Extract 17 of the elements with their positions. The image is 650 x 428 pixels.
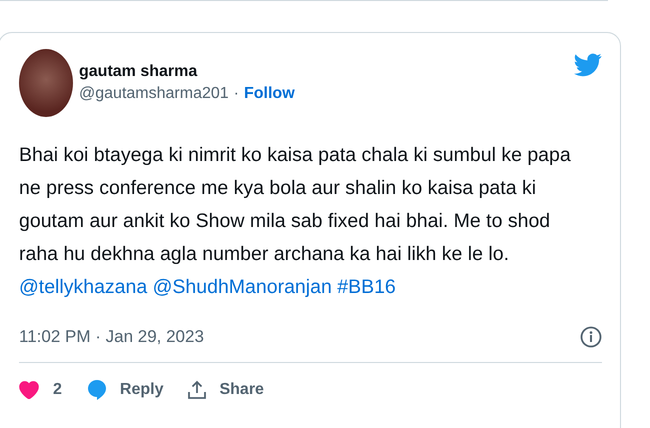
follow-link[interactable]: Follow [244,85,295,103]
mention-link[interactable]: @ShudhManoranjan [152,276,332,298]
share-button[interactable]: Share [187,380,264,400]
info-icon[interactable] [580,326,602,348]
reply-button[interactable]: Reply [86,379,164,401]
tweet-text: Bhai koi btayega ki nimrit ko kaisa pata chala ki sumbul ke papa ne press conference me kya bola aur shalin ko kaisa pata ki goutam aur ankit ko Show mila sab fixed hai bhai. Me to shod raha hu dekhna agla number archana ka hai likh ke le lo. @tellykhazana @ShudhManoranjan #BB16 [19,143,572,300]
author-handle: @gautamsharma201 [79,85,229,103]
like-count: 2 [53,381,62,399]
mention-link[interactable]: @tellykhazana [19,276,148,298]
heart-icon[interactable] [19,381,39,399]
separator: · [234,85,239,103]
author-name: gautam sharma [79,63,198,81]
bird-icon [574,53,602,77]
upload-icon [187,380,208,400]
mention-link[interactable]: #BB16 [337,276,396,298]
speech-bubble-icon [86,379,108,401]
timestamp: 11:02 PM · Jan 29, 2023 [19,327,204,347]
